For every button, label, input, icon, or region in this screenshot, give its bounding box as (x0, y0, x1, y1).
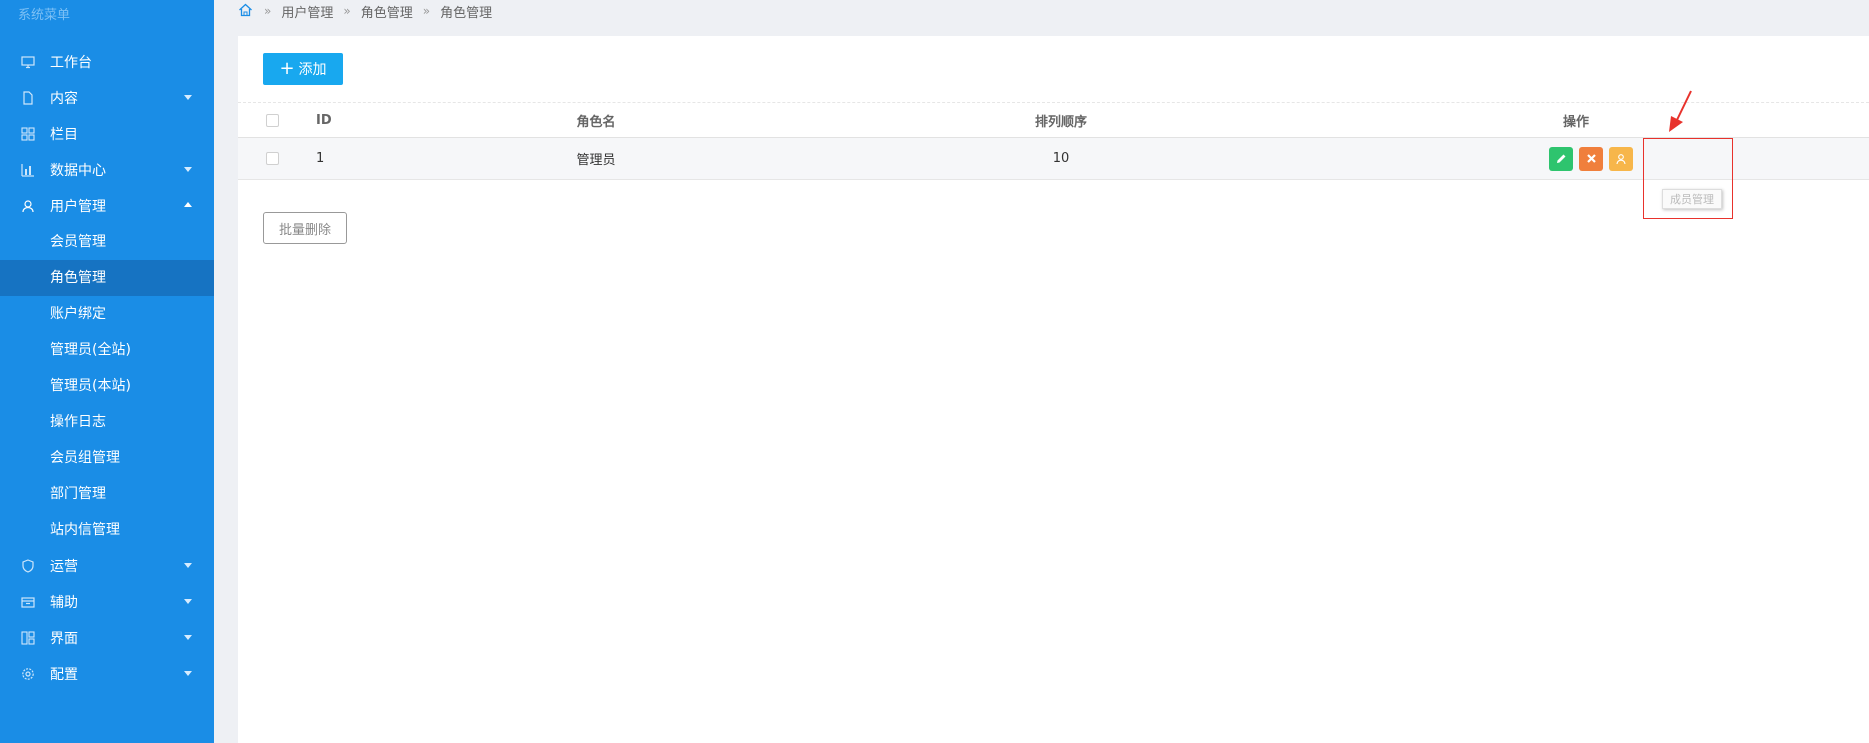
user-icon (20, 198, 36, 214)
header-actions: 操作 (1562, 114, 1589, 130)
header-role-name: 角色名 (576, 114, 616, 130)
sidebar-item-settings[interactable]: 配置 (0, 656, 214, 692)
sidebar-item-interface[interactable]: 界面 (0, 620, 214, 656)
sidebar-item-columns[interactable]: 栏目 (0, 116, 214, 152)
breadcrumb-item[interactable]: 角色管理 (361, 2, 413, 21)
close-icon (1586, 154, 1596, 163)
sidebar-item-label: 辅助 (50, 595, 78, 611)
pencil-icon (1557, 154, 1566, 163)
home-icon[interactable] (238, 3, 254, 19)
breadcrumb-separator-icon: » (343, 4, 351, 18)
roles-table: ID 角色名 排列顺序 操作 1 管理员 10 (238, 102, 1869, 180)
sidebar-item-label: 界面 (50, 631, 78, 647)
tooltip: 成员管理 (1662, 189, 1722, 209)
sidebar: 系统菜单 工作台 内容 栏目 数据中心 用户管理 会员管理 角色管理 账户绑定 … (0, 0, 214, 743)
chevron-down-icon (184, 95, 192, 100)
add-button[interactable]: + 添加 (263, 53, 343, 85)
sidebar-nav-bottom: 运营 辅助 界面 配置 (0, 548, 214, 692)
chevron-down-icon (184, 599, 192, 604)
add-button-label: 添加 (298, 62, 327, 78)
sidebar-subitem-account-binding[interactable]: 账户绑定 (0, 296, 214, 332)
sidebar-subitem-departments[interactable]: 部门管理 (0, 476, 214, 512)
row-checkbox[interactable] (265, 152, 279, 165)
sidebar-item-user-management[interactable]: 用户管理 (0, 188, 214, 224)
sidebar-item-label: 栏目 (50, 127, 78, 143)
sidebar-item-label: 运营 (50, 559, 78, 575)
box-icon (20, 594, 36, 610)
chevron-up-icon (184, 202, 192, 207)
breadcrumb-item[interactable]: 用户管理 (281, 2, 333, 21)
sidebar-item-content[interactable]: 内容 (0, 80, 214, 116)
bar-chart-icon (20, 162, 36, 178)
sidebar-subitem-roles[interactable]: 角色管理 (0, 260, 214, 296)
breadcrumb-item-current: 角色管理 (440, 5, 493, 21)
chevron-down-icon (184, 563, 192, 568)
cell-sort-order: 10 (1052, 151, 1070, 166)
plus-icon: + (279, 58, 295, 79)
cell-actions (1326, 146, 1826, 171)
member-management-button[interactable] (1609, 146, 1633, 171)
sidebar-subitem-messages[interactable]: 站内信管理 (0, 512, 214, 548)
sidebar-item-operations[interactable]: 运营 (0, 548, 214, 584)
sidebar-title: 系统菜单 (18, 8, 71, 23)
grid-icon (20, 126, 36, 142)
sidebar-subitem-operation-log[interactable]: 操作日志 (0, 404, 214, 440)
sidebar-subitem-admin-all[interactable]: 管理员(全站) (0, 332, 214, 368)
layout-icon (20, 630, 36, 646)
table-row: 1 管理员 10 (238, 138, 1869, 180)
chevron-down-icon (184, 635, 192, 640)
breadcrumb-separator-icon: » (422, 4, 431, 18)
sidebar-subitem-admin-site[interactable]: 管理员(本站) (0, 368, 214, 404)
chevron-down-icon (184, 671, 192, 676)
main-panel: + 添加 ID 角色名 排列顺序 操作 1 管理员 10 批量删除 (238, 36, 1869, 743)
breadcrumb-separator-icon: » (264, 4, 272, 18)
cell-role-name: 管理员 (576, 153, 616, 168)
sidebar-item-label: 用户管理 (50, 199, 106, 215)
select-all-checkbox[interactable] (265, 113, 279, 127)
breadcrumb: » 用户管理 » 角色管理 » 角色管理 (238, 0, 492, 22)
submenu: 会员管理 角色管理 账户绑定 管理员(全站) 管理员(本站) 操作日志 会员组管… (0, 224, 214, 548)
sidebar-item-data-center[interactable]: 数据中心 (0, 152, 214, 188)
edit-button[interactable] (1549, 146, 1573, 171)
gear-icon (20, 666, 36, 682)
header-id: ID (316, 112, 332, 128)
file-icon (20, 90, 36, 106)
sidebar-item-label: 配置 (50, 667, 78, 683)
cell-id: 1 (316, 151, 325, 166)
annotation-arrow-icon (1669, 90, 1692, 132)
sidebar-item-label: 数据中心 (50, 163, 106, 179)
sidebar-nav: 工作台 内容 栏目 数据中心 用户管理 (0, 44, 214, 224)
sidebar-subitem-member-groups[interactable]: 会员组管理 (0, 440, 214, 476)
table-header: ID 角色名 排列顺序 操作 (238, 102, 1869, 138)
sidebar-item-label: 工作台 (50, 55, 92, 71)
batch-delete-button[interactable]: 批量删除 (263, 212, 347, 244)
sidebar-subitem-members[interactable]: 会员管理 (0, 224, 214, 260)
chevron-down-icon (184, 167, 192, 172)
user-icon (1616, 153, 1626, 164)
sidebar-item-auxiliary[interactable]: 辅助 (0, 584, 214, 620)
header-sort-order: 排列顺序 (1034, 114, 1087, 130)
monitor-icon (20, 54, 36, 70)
shield-icon (20, 558, 36, 574)
sidebar-item-label: 内容 (50, 91, 78, 107)
delete-button[interactable] (1579, 146, 1603, 171)
sidebar-item-workbench[interactable]: 工作台 (0, 44, 214, 80)
